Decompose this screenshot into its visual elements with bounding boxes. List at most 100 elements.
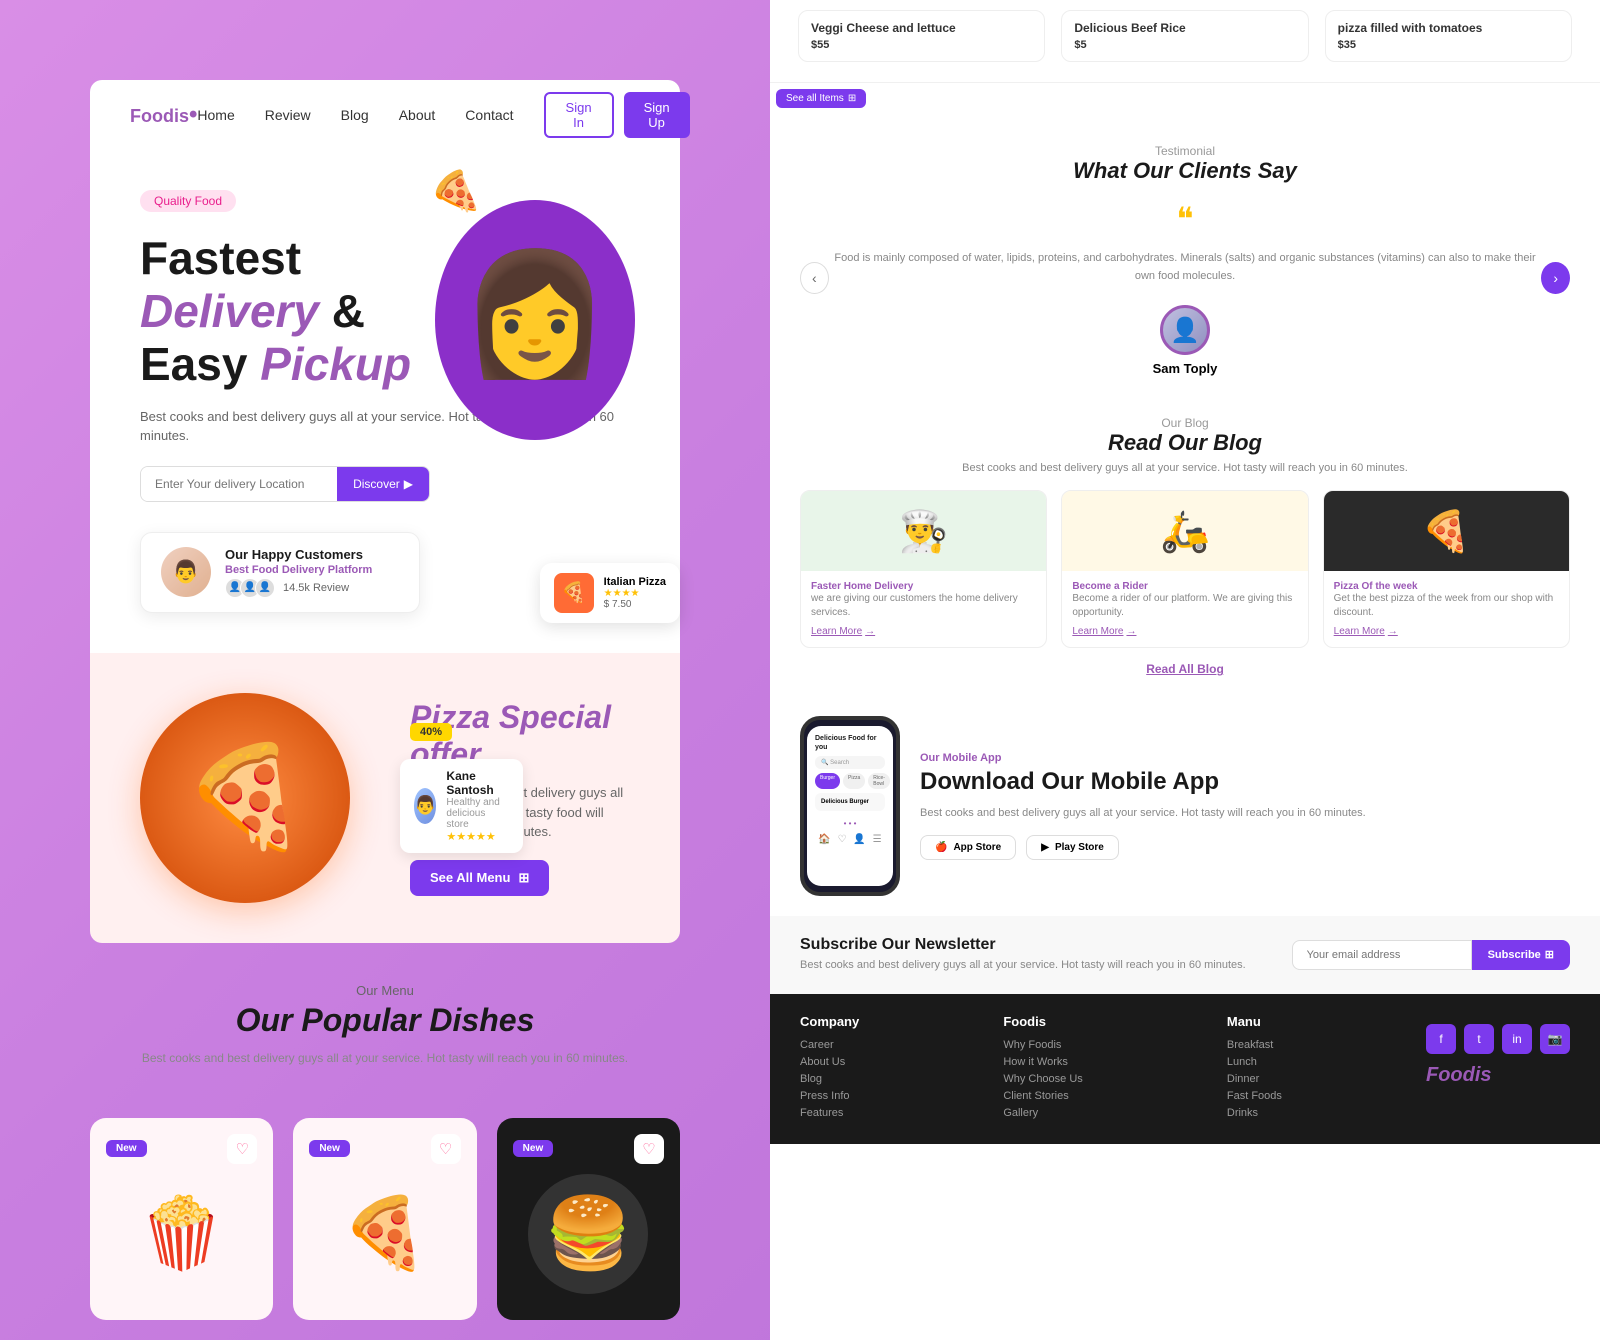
heart-button-2[interactable]: ♡ bbox=[431, 1134, 461, 1164]
footer-link-blog[interactable]: Blog bbox=[800, 1073, 859, 1085]
blog-sub: Our Blog bbox=[800, 416, 1570, 430]
customer-info: Our Happy Customers Best Food Delivery P… bbox=[225, 547, 372, 598]
footer-link-client[interactable]: Client Stories bbox=[1003, 1090, 1082, 1102]
food-card-3: pizza filled with tomatoes $35 bbox=[1325, 10, 1572, 62]
footer-col-social: f t in 📷 Foodis bbox=[1426, 1014, 1570, 1124]
blog-card-3: 🍕 Pizza Of the week Get the best pizza o… bbox=[1323, 490, 1570, 648]
phone-item: Delicious Burger bbox=[815, 793, 885, 811]
blog-content-1: Faster Home Delivery we are giving our c… bbox=[801, 571, 1046, 647]
blog-link-3[interactable]: Learn More → bbox=[1334, 626, 1559, 637]
customers-card: 👨 Our Happy Customers Best Food Delivery… bbox=[140, 532, 420, 613]
social-facebook[interactable]: f bbox=[1426, 1024, 1456, 1054]
signin-button[interactable]: Sign In bbox=[544, 92, 614, 138]
right-panel: Veggi Cheese and lettuce $55 Delicious B… bbox=[770, 0, 1600, 1340]
quote-icon: ❝ bbox=[800, 200, 1570, 238]
subscribe-icon: ⊞ bbox=[1545, 948, 1554, 961]
blog-link-2[interactable]: Learn More → bbox=[1072, 626, 1297, 637]
app-desc: Best cooks and best delivery guys all at… bbox=[920, 805, 1570, 822]
person-image: 👩 bbox=[460, 245, 609, 385]
dish-card-1: New ♡ 🍿 bbox=[90, 1118, 273, 1320]
footer-link-lunch[interactable]: Lunch bbox=[1227, 1056, 1282, 1068]
footer-link-dinner[interactable]: Dinner bbox=[1227, 1073, 1282, 1085]
social-twitter[interactable]: t bbox=[1464, 1024, 1494, 1054]
nav-links: Home Review Blog About Contact bbox=[197, 107, 513, 123]
footer-link-features[interactable]: Features bbox=[800, 1107, 859, 1119]
logo: Foodis• bbox=[130, 102, 197, 128]
reviewer-avatar: 👨 bbox=[414, 788, 436, 824]
phone-tab-3: Rice-Bowl bbox=[868, 773, 890, 789]
nav-about[interactable]: About bbox=[399, 107, 436, 123]
blog-card-2: 🛵 Become a Rider Become a rider of our p… bbox=[1061, 490, 1308, 648]
footer-link-drinks[interactable]: Drinks bbox=[1227, 1107, 1282, 1119]
blog-card-1: 👨‍🍳 Faster Home Delivery we are giving o… bbox=[800, 490, 1047, 648]
review-row: 👤 👤 👤 14.5k Review bbox=[225, 578, 372, 598]
read-all-blog-link[interactable]: Read All Blog bbox=[800, 662, 1570, 676]
dish-card-2: New ♡ 🍕 bbox=[293, 1118, 476, 1320]
dish-card-top-2: New ♡ bbox=[309, 1134, 460, 1164]
customer-avatar: 👨 bbox=[161, 547, 211, 597]
heart-button-1[interactable]: ♡ bbox=[227, 1134, 257, 1164]
offer-badge: 40% bbox=[410, 723, 452, 741]
signup-button[interactable]: Sign Up bbox=[624, 92, 690, 138]
footer-link-press[interactable]: Press Info bbox=[800, 1090, 859, 1102]
testimonial-section: Testimonial What Our Clients Say ❝ ‹ Foo… bbox=[770, 114, 1600, 396]
fc-price-1: $55 bbox=[811, 39, 1032, 51]
arrow-icon: ▶ bbox=[404, 477, 413, 491]
newsletter-text: Subscribe Our Newsletter Best cooks and … bbox=[800, 936, 1246, 973]
test-nav: ‹ Food is mainly composed of water, lipi… bbox=[800, 250, 1570, 305]
menu-sub: Our Menu bbox=[90, 983, 680, 998]
footer-link-about[interactable]: About Us bbox=[800, 1056, 859, 1068]
footer-link-gallery[interactable]: Gallery bbox=[1003, 1107, 1082, 1119]
testimonial-sub: Testimonial bbox=[800, 144, 1570, 158]
reviewer-stars: ★★★★★ bbox=[446, 830, 509, 843]
see-all-items-button[interactable]: See all Items ⊞ bbox=[776, 89, 866, 108]
dish-img-3: 🍔 bbox=[528, 1174, 648, 1294]
nav-buttons: Sign In Sign Up bbox=[544, 92, 690, 138]
footer-link-why-foodis[interactable]: Why Foodis bbox=[1003, 1039, 1082, 1051]
dish-card-top-1: New ♡ bbox=[106, 1134, 257, 1164]
newsletter-button[interactable]: Subscribe ⊞ bbox=[1472, 940, 1570, 970]
see-all-button[interactable]: See All Menu ⊞ bbox=[410, 860, 549, 896]
blog-content-3: Pizza Of the week Get the best pizza of … bbox=[1324, 571, 1569, 647]
heart-button-3[interactable]: ♡ bbox=[634, 1134, 664, 1164]
nav-review[interactable]: Review bbox=[265, 107, 311, 123]
footer-link-why-choose[interactable]: Why Choose Us bbox=[1003, 1073, 1082, 1085]
pizza-area: 🍕 40% 👨 Kane Santosh Healthy and delicio… bbox=[140, 693, 350, 903]
grid-icon: ⊞ bbox=[518, 870, 529, 886]
blog-img-1: 👨‍🍳 bbox=[801, 491, 1046, 571]
pizza-card-name: Italian Pizza bbox=[604, 576, 666, 588]
blog-img-2: 🛵 bbox=[1062, 491, 1307, 571]
footer-link-career[interactable]: Career bbox=[800, 1039, 859, 1051]
customer-platform: Best Food Delivery Platform bbox=[225, 564, 372, 576]
footer-link-how-works[interactable]: How it Works bbox=[1003, 1056, 1082, 1068]
new-badge-1: New bbox=[106, 1140, 147, 1157]
newsletter-input[interactable] bbox=[1292, 940, 1472, 970]
left-panel: Foodis• Home Review Blog About Contact S… bbox=[0, 0, 770, 1340]
nav-home[interactable]: Home bbox=[197, 107, 234, 123]
dish-card-3: New ♡ 🍔 bbox=[497, 1118, 680, 1320]
next-testimonial-button[interactable]: › bbox=[1541, 262, 1570, 294]
social-instagram[interactable]: 📷 bbox=[1540, 1024, 1570, 1054]
phone-nav-heart: ♡ bbox=[838, 834, 847, 845]
nav-blog[interactable]: Blog bbox=[341, 107, 369, 123]
nav-contact[interactable]: Contact bbox=[465, 107, 513, 123]
app-store-button[interactable]: 🍎 App Store bbox=[920, 835, 1016, 860]
blog-grid: 👨‍🍳 Faster Home Delivery we are giving o… bbox=[800, 490, 1570, 648]
social-linkedin[interactable]: in bbox=[1502, 1024, 1532, 1054]
play-store-button[interactable]: ▶ Play Store bbox=[1026, 835, 1119, 860]
reviewer-display-name: Sam Toply bbox=[800, 361, 1570, 376]
footer-link-fastfoods[interactable]: Fast Foods bbox=[1227, 1090, 1282, 1102]
footer-link-breakfast[interactable]: Breakfast bbox=[1227, 1039, 1282, 1051]
mini-avatars: 👤 👤 👤 bbox=[225, 578, 275, 598]
discover-button[interactable]: Discover ▶ bbox=[337, 467, 429, 501]
pizza-card-price: $ 7.50 bbox=[604, 599, 666, 610]
customer-name: Our Happy Customers bbox=[225, 547, 372, 562]
blog-link-1[interactable]: Learn More → bbox=[811, 626, 1036, 637]
blog-desc: Best cooks and best delivery guys all at… bbox=[800, 462, 1570, 474]
search-input[interactable] bbox=[141, 467, 337, 501]
footer-social: f t in 📷 bbox=[1426, 1024, 1570, 1054]
blog-title: Read Our Blog bbox=[800, 430, 1570, 456]
mobile-app-section: Delicious Food for you 🔍 Search Burger P… bbox=[770, 696, 1600, 916]
footer-col-company: Company Career About Us Blog Press Info … bbox=[800, 1014, 859, 1124]
prev-testimonial-button[interactable]: ‹ bbox=[800, 262, 829, 294]
